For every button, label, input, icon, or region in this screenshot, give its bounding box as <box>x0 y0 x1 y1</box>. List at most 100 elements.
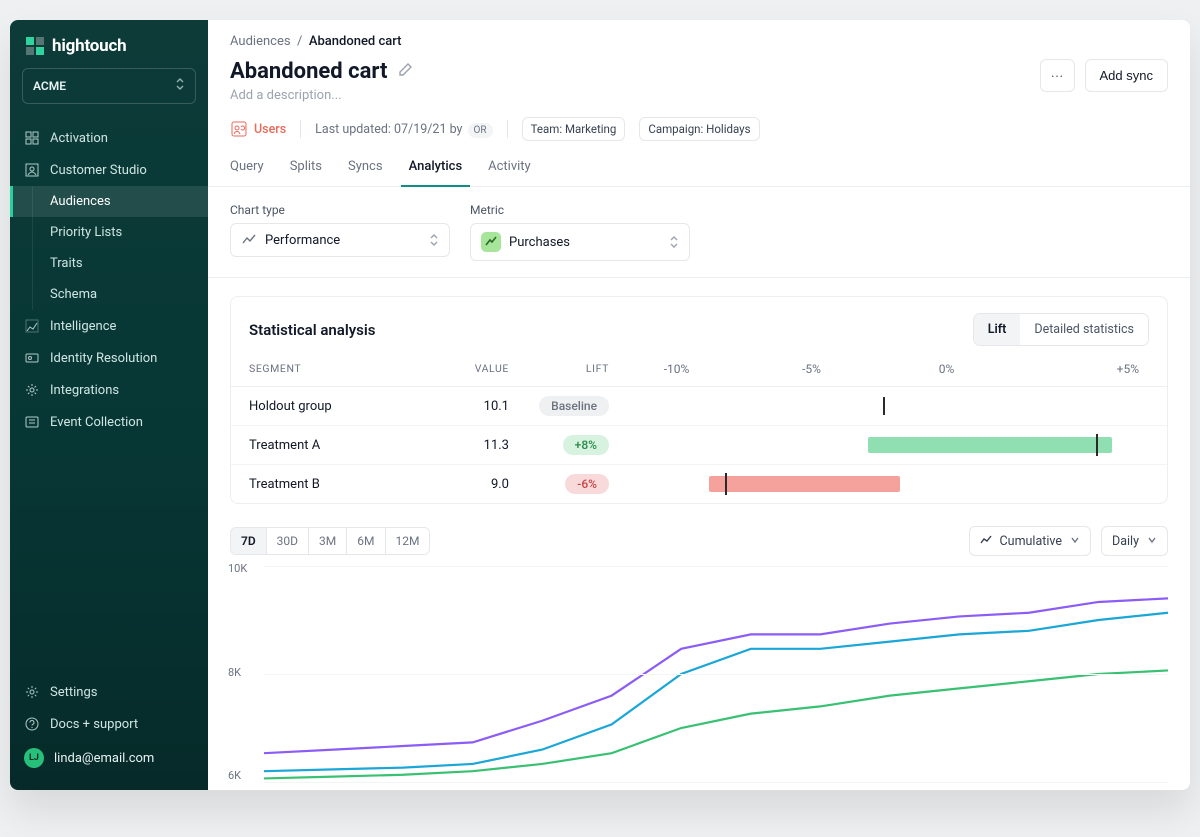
range-7d[interactable]: 7D <box>231 528 266 554</box>
workspace-name: ACME <box>33 79 66 93</box>
stat-view-toggle: Lift Detailed statistics <box>973 313 1149 346</box>
stat-lift: -6% <box>509 474 609 494</box>
tab-splits[interactable]: Splits <box>290 159 322 186</box>
stat-segment: Treatment A <box>249 438 429 453</box>
nav-sub-label: Schema <box>50 287 97 302</box>
avatar: LJ <box>24 748 44 768</box>
nav-item-identity-resolution[interactable]: Identity Resolution <box>10 342 208 374</box>
tag-team[interactable]: Team: Marketing <box>522 117 626 141</box>
stat-panel-title: Statistical analysis <box>249 321 376 339</box>
workspace-switcher[interactable]: ACME <box>22 68 196 104</box>
user-email: linda@email.com <box>54 751 154 766</box>
chart-series <box>264 670 1168 778</box>
mode-value: Cumulative <box>1000 534 1062 549</box>
brand-name: hightouch <box>52 36 126 56</box>
stat-header: SEGMENT VALUE LIFT -10% -5% 0% +5% <box>231 356 1167 387</box>
breadcrumb-current: Abandoned cart <box>309 34 402 49</box>
metric-label: Metric <box>470 203 690 217</box>
tabs: Query Splits Syncs Analytics Activity <box>208 151 1190 187</box>
nav-item-integrations[interactable]: Integrations <box>10 374 208 406</box>
page-title: Abandoned cart <box>230 59 387 84</box>
chevron-down-icon <box>1070 534 1080 549</box>
lift-bar-track <box>619 434 1149 456</box>
tab-query[interactable]: Query <box>230 159 264 186</box>
controls-row: Chart type Performance Metric Purchases <box>208 187 1190 278</box>
cumulative-icon <box>980 533 992 549</box>
chart-type-select[interactable]: Performance <box>230 223 450 257</box>
nav-sub-label: Audiences <box>50 194 111 209</box>
chevron-updown-icon <box>175 77 185 95</box>
mode-dropdown[interactable]: Cumulative <box>969 526 1091 556</box>
customer-studio-icon <box>24 162 40 178</box>
description-placeholder[interactable]: Add a description... <box>230 88 413 103</box>
nav-label: Activation <box>50 131 108 146</box>
nav-item-event-collection[interactable]: Event Collection <box>10 406 208 438</box>
stat-lift: +8% <box>509 435 609 455</box>
event-collection-icon <box>24 414 40 430</box>
toggle-lift[interactable]: Lift <box>974 314 1021 345</box>
nav-sub-audiences[interactable]: Audiences <box>10 186 208 217</box>
stat-row: Treatment B9.0-6% <box>231 464 1167 503</box>
nav-item-docs-support[interactable]: Docs + support <box>10 708 208 740</box>
brand-mark-icon <box>26 37 44 55</box>
chevron-updown-icon <box>429 233 439 247</box>
last-updated: Last updated: 07/19/21 by OR <box>315 122 492 137</box>
user-menu[interactable]: LJ linda@email.com <box>10 740 208 776</box>
tab-activity[interactable]: Activity <box>488 159 531 186</box>
stat-rows: Holdout group10.1BaselineTreatment A11.3… <box>231 387 1167 503</box>
metric-select[interactable]: Purchases <box>470 223 690 261</box>
chevron-down-icon <box>1147 534 1157 549</box>
chart-type-label: Chart type <box>230 203 450 217</box>
toggle-detailed[interactable]: Detailed statistics <box>1020 314 1148 345</box>
more-button[interactable]: ··· <box>1040 59 1075 92</box>
range-3m[interactable]: 3M <box>308 528 346 554</box>
nav-item-customer-studio[interactable]: Customer Studio <box>10 154 208 186</box>
main: Audiences / Abandoned cart Abandoned car… <box>208 20 1190 790</box>
chart-series <box>264 598 1168 753</box>
stat-lift: Baseline <box>509 396 609 416</box>
meta-row: Users Last updated: 07/19/21 by OR Team:… <box>208 103 1190 151</box>
nav-label: Integrations <box>50 383 119 398</box>
range-12m[interactable]: 12M <box>385 528 430 554</box>
nav-item-activation[interactable]: Activation <box>10 122 208 154</box>
nav-sub-priority-lists[interactable]: Priority Lists <box>10 217 208 248</box>
nav-item-intelligence[interactable]: Intelligence <box>10 310 208 342</box>
range-6m[interactable]: 6M <box>346 528 384 554</box>
brand: hightouch <box>10 20 208 68</box>
lift-bar-track <box>619 473 1149 495</box>
stat-value: 10.1 <box>429 399 509 414</box>
time-range-group: 7D30D3M6M12M <box>230 527 430 555</box>
tag-campaign[interactable]: Campaign: Holidays <box>639 117 759 141</box>
col-lift: LIFT <box>509 362 609 376</box>
tab-analytics[interactable]: Analytics <box>409 159 463 186</box>
breadcrumb-parent[interactable]: Audiences <box>230 34 291 49</box>
tab-syncs[interactable]: Syncs <box>348 159 383 186</box>
source-chip[interactable]: Users <box>230 120 286 138</box>
nav: Activation Customer Studio Audiences Pri… <box>10 118 208 668</box>
chart-series <box>264 613 1168 771</box>
edit-icon[interactable] <box>397 62 413 82</box>
line-chart: 10K 8K 6K <box>208 562 1190 782</box>
chart-controls: 7D30D3M6M12M Cumulative Daily <box>208 504 1190 562</box>
nav-label: Docs + support <box>50 717 138 732</box>
granularity-dropdown[interactable]: Daily <box>1101 526 1168 556</box>
stat-row: Treatment A11.3+8% <box>231 425 1167 464</box>
nav-sub-label: Traits <box>50 256 83 271</box>
col-segment: SEGMENT <box>249 362 429 376</box>
range-30d[interactable]: 30D <box>266 528 308 554</box>
activation-icon <box>24 130 40 146</box>
col-value: VALUE <box>429 362 509 376</box>
add-sync-button[interactable]: Add sync <box>1085 59 1168 92</box>
metric-value: Purchases <box>509 235 661 250</box>
gear-icon <box>24 684 40 700</box>
nav-sub-label: Priority Lists <box>50 225 122 240</box>
sidebar: hightouch ACME Activation Customer Studi… <box>10 20 208 790</box>
lift-bar-track <box>619 395 1149 417</box>
nav-item-settings[interactable]: Settings <box>10 676 208 708</box>
nav-sub-traits[interactable]: Traits <box>10 248 208 279</box>
nav-sub-schema[interactable]: Schema <box>10 279 208 310</box>
sidebar-footer: Settings Docs + support LJ linda@email.c… <box>10 668 208 790</box>
nav-label: Settings <box>50 685 97 700</box>
chevron-updown-icon <box>669 235 679 249</box>
y-axis: 10K 8K 6K <box>228 562 264 782</box>
